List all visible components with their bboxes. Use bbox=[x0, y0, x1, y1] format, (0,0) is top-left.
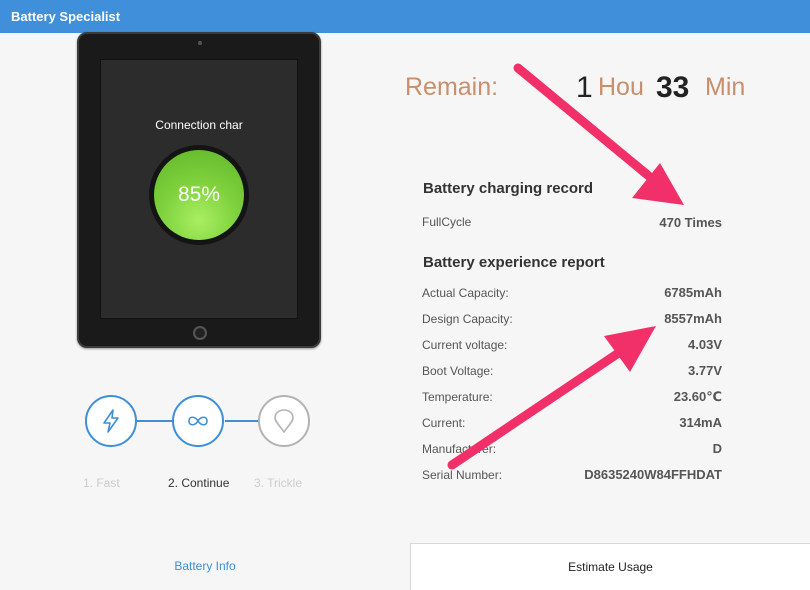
report-row-label: Design Capacity: bbox=[422, 312, 513, 326]
report-row-label: Current: bbox=[422, 416, 466, 430]
report-row-value: 8557mAh bbox=[664, 311, 722, 326]
report-row-label: Actual Capacity: bbox=[422, 286, 509, 300]
report-row-value: D bbox=[712, 441, 722, 456]
infinity-icon bbox=[188, 416, 208, 426]
window-title: Battery Specialist bbox=[11, 9, 121, 24]
charging-modes bbox=[85, 395, 315, 455]
step-connector bbox=[225, 420, 260, 422]
report-row-value: 6785mAh bbox=[664, 285, 722, 300]
lightning-icon bbox=[103, 409, 119, 433]
report-row-label: Current voltage: bbox=[422, 338, 508, 352]
tab-battery-info[interactable]: Battery Info bbox=[0, 543, 410, 590]
charging-record-title: Battery charging record bbox=[423, 180, 594, 197]
mode-continue-button[interactable] bbox=[172, 395, 224, 447]
report-row-label: Boot Voltage: bbox=[422, 364, 494, 378]
camera-dot bbox=[198, 41, 202, 45]
drop-icon bbox=[274, 409, 294, 433]
remain-minutes: 33 bbox=[656, 71, 690, 104]
step-connector bbox=[137, 420, 173, 422]
mode-trickle-button[interactable] bbox=[258, 395, 310, 447]
mode-fast-button[interactable] bbox=[85, 395, 137, 447]
report-row-value: 3.77V bbox=[688, 363, 722, 378]
battery-charge-ball: 85% bbox=[154, 150, 244, 240]
home-button bbox=[193, 326, 207, 340]
report-row-value: 314mA bbox=[679, 415, 722, 430]
report-row-value: 4.03V bbox=[688, 337, 722, 352]
report-row-label: Manufacturer: bbox=[422, 442, 497, 456]
mode-continue-label: 2. Continue bbox=[168, 476, 230, 490]
mode-trickle-label: 3. Trickle bbox=[254, 476, 303, 490]
report-row-label: Temperature: bbox=[422, 390, 493, 404]
tab-estimate-usage[interactable]: Estimate Usage bbox=[410, 543, 810, 590]
battery-gauge: 85% bbox=[149, 145, 249, 245]
fullcycle-value: 470 Times bbox=[659, 215, 722, 230]
title-bar: Battery Specialist bbox=[0, 0, 810, 33]
fullcycle-label: FullCycle bbox=[422, 215, 472, 229]
remain-hours: 1 bbox=[576, 71, 593, 104]
battery-percent: 85% bbox=[177, 183, 221, 206]
remain-minutes-unit: Min bbox=[705, 73, 746, 101]
remain-hours-unit: Hou bbox=[598, 73, 644, 101]
tablet-device-image: Connection char 85% bbox=[77, 32, 321, 348]
report-row-label: Serial Number: bbox=[422, 468, 503, 482]
tablet-screen: Connection char 85% bbox=[100, 59, 298, 319]
remain-label: Remain: bbox=[405, 73, 499, 101]
mode-fast-label: 1. Fast bbox=[83, 476, 120, 490]
report-row-value: D8635240W84FFHDAT bbox=[584, 467, 722, 482]
experience-report-title: Battery experience report bbox=[423, 254, 605, 271]
report-row-value: 23.60℃ bbox=[673, 389, 722, 404]
connection-status: Connection char bbox=[155, 118, 243, 132]
